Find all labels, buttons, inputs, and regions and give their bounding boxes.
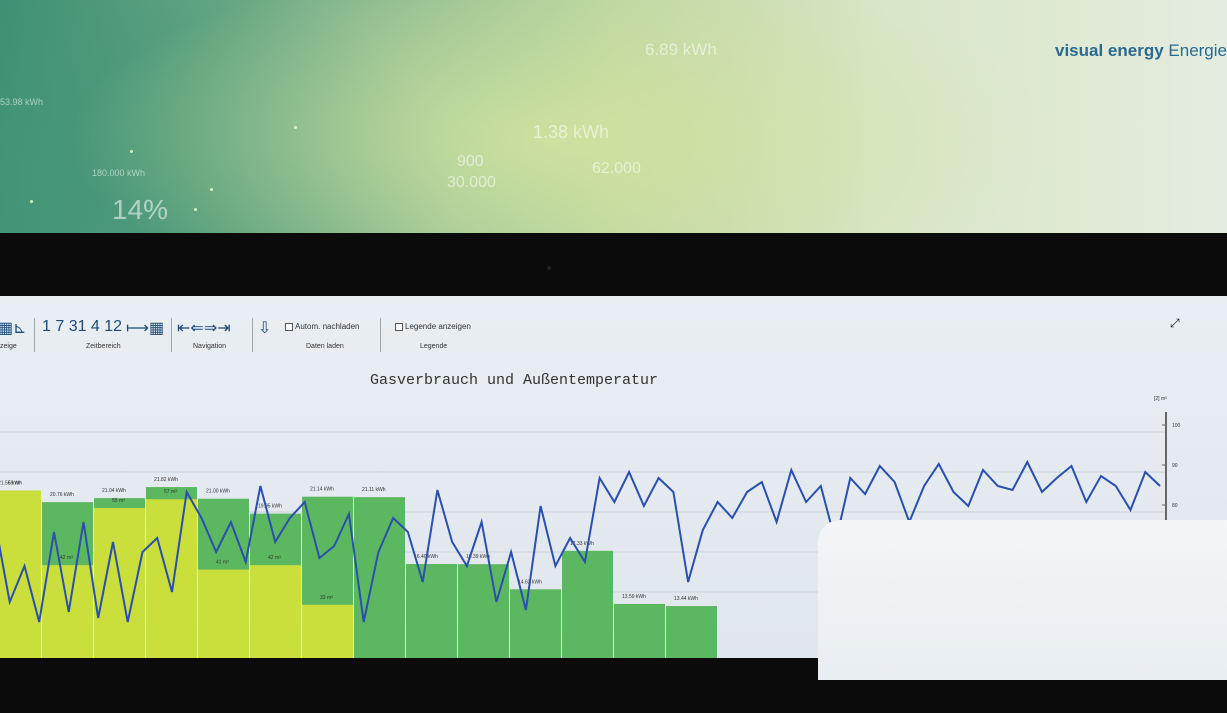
y-tick-label: 100: [1172, 423, 1181, 429]
sparkle: [30, 200, 33, 203]
toolbar-separator: [171, 318, 172, 352]
bar-value-label: 41 m³: [216, 560, 229, 566]
legende-label: Legende: [420, 343, 448, 350]
bar-value-label: 20.76 kWh: [50, 492, 74, 498]
auto-reload-checkbox[interactable]: Autom. nachladen: [285, 322, 360, 331]
bar-value-label: 21.00 kWh: [206, 489, 230, 495]
bar-value-label: 21.11 kWh: [362, 487, 386, 493]
bar-value-label: 21.82 kWh: [154, 477, 178, 483]
bar-value-label: 57 m³: [164, 489, 177, 495]
sparkle: [194, 208, 197, 211]
gas-m3-bar: [94, 508, 145, 658]
sparkle: [130, 150, 133, 153]
toolbar-separator: [34, 318, 35, 352]
toolbar-separator: [252, 318, 253, 352]
camera-dot: [547, 266, 551, 270]
hero-number: 6.89 kWh: [645, 40, 717, 59]
range-calendar-icon[interactable]: ⟼▦: [126, 318, 164, 338]
gas-m3-bar: [302, 604, 353, 658]
bar-value-label: 42 m³: [60, 555, 73, 561]
show-legend-checkbox[interactable]: Legende anzeigen: [395, 322, 471, 331]
hero-number: 1.38 kWh: [533, 122, 610, 142]
hero-number: 53.98 kWh: [0, 97, 44, 107]
bar-value-label: 21.14 kWh: [310, 487, 334, 493]
hero-number: 180.000 kWh: [92, 168, 146, 178]
fullscreen-icon[interactable]: ⤢: [1170, 316, 1180, 331]
y-axis-label: [2] m³: [1154, 396, 1167, 402]
navigation-label: Navigation: [193, 343, 227, 350]
toolbar-separator: [380, 318, 381, 352]
gas-kwh-bar: [406, 564, 457, 658]
bar-value-label: 19.95 kWh: [258, 504, 282, 510]
bar-value-label: 59 m³: [8, 480, 21, 486]
gas-kwh-bar: [510, 589, 561, 658]
sparkle: [294, 126, 297, 129]
hero-number: 30.000: [447, 174, 496, 191]
gas-m3-bar: [198, 569, 249, 658]
sparkle: [210, 188, 213, 191]
hero-number: 62.000: [592, 160, 641, 177]
zeitbereich-buttons[interactable]: 1 7 31 4 12: [42, 318, 122, 336]
zeitbereich-label: Zeitbereich: [86, 343, 121, 350]
bar-value-label: 33 m³: [320, 595, 333, 601]
gas-kwh-bar: [666, 606, 717, 658]
bar-value-label: 13.44 kWh: [674, 596, 698, 602]
gas-m3-bar: [146, 499, 197, 658]
bar-value-label: 13.59 kWh: [622, 594, 646, 600]
chart-title: Gasverbrauch und Außentemperatur: [370, 372, 659, 389]
gas-m3-bar: [42, 565, 93, 658]
gas-m3-bar: [250, 565, 301, 658]
hero-number: 14%: [112, 194, 169, 225]
y-tick-label: 90: [1172, 463, 1178, 469]
hero-number: 900: [457, 153, 484, 170]
gas-kwh-bar: [458, 564, 509, 658]
table-chart-icon[interactable]: ▦⊾: [0, 318, 27, 338]
bar-value-label: 21.04 kWh: [102, 488, 126, 494]
anzeige-label: zeige: [0, 343, 17, 350]
y-tick-label: 80: [1172, 503, 1178, 509]
download-icon[interactable]: ⇩: [258, 318, 271, 338]
navigation-arrows-icon[interactable]: ⇤⇐⇒⇥: [177, 318, 231, 338]
overlay-card: [818, 520, 1227, 680]
bar-value-label: 55 m³: [112, 498, 125, 504]
bar-value-label: 42 m³: [268, 555, 281, 561]
gas-kwh-bar: [614, 603, 665, 658]
gas-kwh-bar: [562, 550, 613, 658]
brand-logo: visual energy Energie: [1055, 41, 1227, 60]
daten-laden-label: Daten laden: [306, 343, 344, 350]
